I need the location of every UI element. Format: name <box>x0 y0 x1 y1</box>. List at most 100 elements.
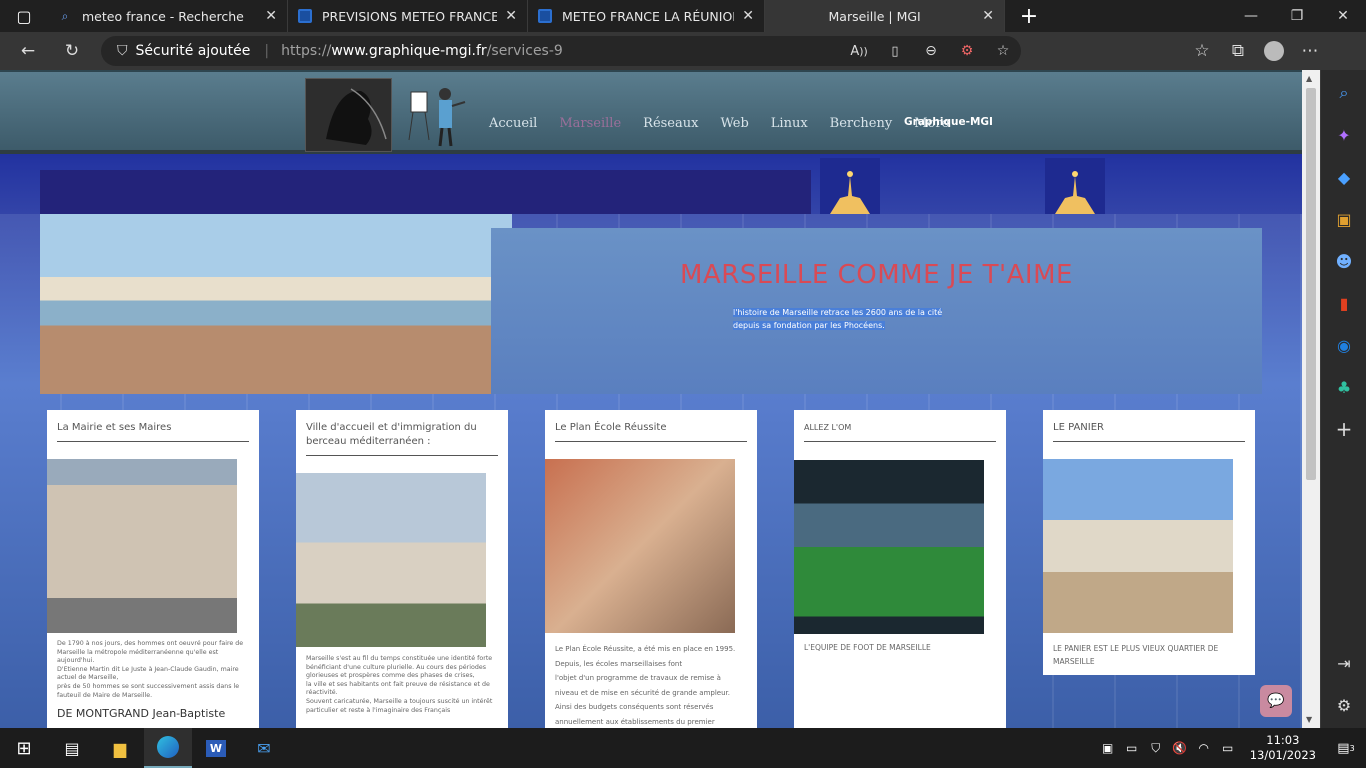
games-icon[interactable]: ☻ <box>1321 240 1366 282</box>
tab-2[interactable]: PREVISIONS METEO FRANCE - Si ✕ <box>288 0 528 32</box>
basilica-image <box>820 158 880 214</box>
tools-icon[interactable]: ▣ <box>1321 198 1366 240</box>
read-aloud-icon[interactable]: A)) <box>841 36 877 66</box>
meteo-favicon-icon <box>298 9 312 23</box>
page-scrollbar[interactable]: ▲ ▼ <box>1302 70 1320 728</box>
nav-bercheny[interactable]: Bercheny <box>830 116 893 131</box>
reader-view-icon[interactable]: ▯ <box>877 36 913 66</box>
nav-reseaux[interactable]: Réseaux <box>643 116 698 131</box>
card-ville-accueil: Ville d'accueil et d'immigration du berc… <box>296 410 508 728</box>
volume-muted-icon[interactable]: 🔇 <box>1168 728 1192 768</box>
tab-bar: ▢ ⌕ meteo france - Recherche ✕ PREVISION… <box>0 0 1366 32</box>
security-label: Sécurité ajoutée <box>135 43 251 59</box>
close-icon[interactable]: ✕ <box>265 8 277 24</box>
card-extra: DE MONTGRAND Jean-Baptiste <box>57 707 226 720</box>
collections-icon[interactable]: ⧉ <box>1220 36 1256 66</box>
tab-4-active[interactable]: Marseille | MGI ✕ <box>765 0 1005 32</box>
notre-dame-image <box>296 473 486 647</box>
nav-accueil[interactable]: Accueil <box>489 116 537 131</box>
nav-web[interactable]: Web <box>720 116 748 131</box>
close-icon[interactable]: ✕ <box>982 8 994 24</box>
url-field[interactable]: ⛉ Sécurité ajoutée | https://www.graphiq… <box>101 36 1021 66</box>
new-tab-icon[interactable]: + <box>1005 0 1053 36</box>
back-icon[interactable]: ← <box>10 36 46 66</box>
hero-subtitle: l'histoire de Marseille retrace les 2600… <box>733 308 943 330</box>
word-icon[interactable]: W <box>192 728 240 768</box>
security-tray-icon[interactable]: ⛉ <box>1144 728 1168 768</box>
battery-icon[interactable]: ▭ <box>1216 728 1240 768</box>
copilot-icon[interactable]: ✦ <box>1321 114 1366 156</box>
close-icon[interactable]: ✕ <box>505 8 517 24</box>
split-screen-icon[interactable]: ⇥ <box>1321 642 1366 684</box>
basilica-image <box>1045 158 1105 214</box>
nav-linux[interactable]: Linux <box>771 116 808 131</box>
vieux-port-photo <box>276 214 512 394</box>
card-title: LE PANIER <box>1053 421 1245 442</box>
tab-actions-icon[interactable]: ▢ <box>0 0 48 36</box>
shield-icon: ⛉ <box>117 43 128 59</box>
card-mairie: La Mairie et ses Maires De 1790 à nos jo… <box>47 410 259 728</box>
refresh-icon[interactable]: ↻ <box>54 36 90 66</box>
menu-icon[interactable]: ⋯ <box>1292 36 1328 66</box>
add-icon[interactable]: + <box>1321 408 1366 450</box>
task-view-icon[interactable]: ▤ <box>48 728 96 768</box>
clock[interactable]: 11:03 13/01/2023 <box>1250 733 1316 763</box>
card-text: Le Plan École Réussite, a été mis en pla… <box>555 645 736 726</box>
close-icon[interactable]: ✕ <box>742 8 754 24</box>
web-page: Accueil Marseille Réseaux Web Linux Berc… <box>0 70 1302 728</box>
site-brand[interactable]: Graphique-MGI <box>904 116 993 128</box>
extension-icon[interactable]: ⚙ <box>949 36 985 66</box>
start-icon[interactable]: ⊞ <box>0 728 48 768</box>
search-icon[interactable]: ⌕ <box>1321 72 1366 114</box>
card-text: L'EQUIPE DE FOOT DE MARSEILLE <box>804 643 931 652</box>
restore-icon[interactable]: ❐ <box>1274 0 1320 32</box>
card-title: Le Plan École Réussite <box>555 421 747 442</box>
vieux-port-photo <box>40 214 276 394</box>
logo-dark-image[interactable] <box>305 78 392 152</box>
close-window-icon[interactable]: ✕ <box>1320 0 1366 32</box>
profile-avatar[interactable] <box>1256 36 1292 66</box>
chat-icon[interactable]: 💬 <box>1260 685 1292 717</box>
address-bar: ← ↻ ⛉ Sécurité ajoutée | https://www.gra… <box>0 32 1366 70</box>
site-header: Accueil Marseille Réseaux Web Linux Berc… <box>0 70 1302 154</box>
search-icon: ⌕ <box>61 8 69 23</box>
shopping-tag-icon[interactable]: ◆ <box>1321 156 1366 198</box>
url-text: https://www.graphique-mgi.fr/services-9 <box>281 43 563 59</box>
system-tray: ▣ ▭ ⛉ 🔇 ◠ ▭ 11:03 13/01/2023 ▤ 3 <box>1096 728 1366 768</box>
notification-icon[interactable]: ▤ 3 <box>1326 728 1366 768</box>
file-explorer-icon[interactable]: ▆ <box>96 728 144 768</box>
favorites-icon[interactable]: ☆ <box>1184 36 1220 66</box>
add-favorite-icon[interactable]: ☆ <box>985 36 1021 66</box>
camera-icon[interactable]: ▣ <box>1096 728 1120 768</box>
main-nav: Accueil Marseille Réseaux Web Linux Berc… <box>489 116 971 131</box>
tab-title: Marseille | MGI <box>828 8 921 24</box>
card-om: ALLEZ L'OM L'EQUIPE DE FOOT DE MARSEILLE <box>794 410 1006 728</box>
edge-icon[interactable] <box>144 728 192 768</box>
wifi-icon[interactable]: ◠ <box>1192 728 1216 768</box>
zoom-icon[interactable]: ⊖ <box>913 36 949 66</box>
card-title: Ville d'accueil et d'immigration du berc… <box>306 421 498 456</box>
office-icon[interactable]: ▮ <box>1321 282 1366 324</box>
nav-marseille[interactable]: Marseille <box>559 116 621 131</box>
drop-icon[interactable]: ♣ <box>1321 366 1366 408</box>
card-plan-ecole: Le Plan École Réussite Le Plan École Réu… <box>545 410 757 728</box>
mail-icon[interactable]: ✉ <box>240 728 288 768</box>
card-title: La Mairie et ses Maires <box>57 421 249 442</box>
painter-logo-image[interactable] <box>405 80 473 152</box>
card-panier: LE PANIER LE PANIER EST LE PLUS VIEUX QU… <box>1043 410 1255 675</box>
tab-title: METEO FRANCE LA RÉUNION pa <box>562 8 734 24</box>
tab-3[interactable]: METEO FRANCE LA RÉUNION pa ✕ <box>528 0 765 32</box>
tab-1[interactable]: ⌕ meteo france - Recherche ✕ <box>48 0 288 32</box>
mairie-image <box>47 459 237 633</box>
ecole-image <box>545 459 735 633</box>
meteo-favicon-icon <box>538 9 552 23</box>
minimize-icon[interactable]: — <box>1228 0 1274 32</box>
card-title: ALLEZ L'OM <box>804 421 996 442</box>
windows-taskbar: ⊞ ▤ ▆ W ✉ ▣ ▭ ⛉ 🔇 ◠ ▭ 11:03 13/01/2023 ▤… <box>0 728 1366 768</box>
tab-title: meteo france - Recherche <box>82 8 244 24</box>
outlook-icon[interactable]: ◉ <box>1321 324 1366 366</box>
settings-icon[interactable]: ⚙ <box>1321 684 1366 726</box>
card-text: LE PANIER EST LE PLUS VIEUX QUARTIER DE … <box>1053 644 1219 666</box>
panier-image <box>1043 459 1233 633</box>
display-icon[interactable]: ▭ <box>1120 728 1144 768</box>
